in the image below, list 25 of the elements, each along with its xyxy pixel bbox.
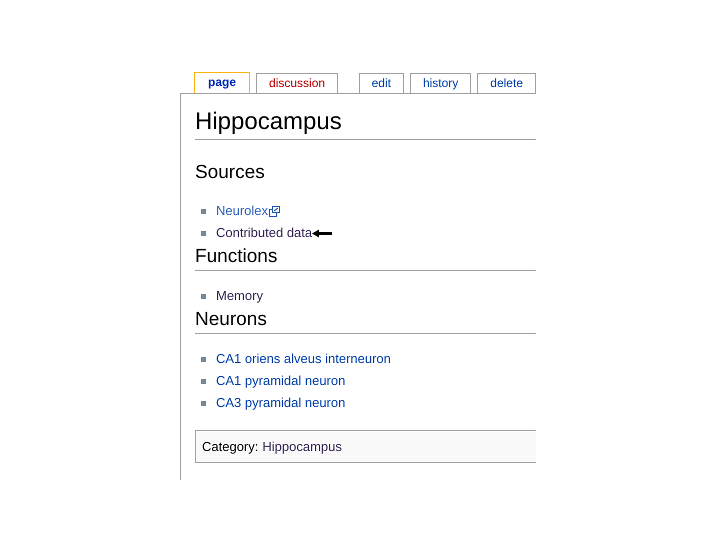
- bullet-icon: [201, 356, 206, 362]
- arrow-icon: [312, 228, 332, 238]
- external-link-icon: [269, 206, 280, 216]
- bullet-icon: [201, 294, 206, 298]
- section-heading: Functions: [195, 246, 536, 271]
- tab[interactable]: history: [410, 73, 472, 93]
- tab[interactable]: delete: [477, 73, 536, 93]
- link[interactable]: Memory: [216, 285, 263, 307]
- section-heading: Neurons: [195, 309, 536, 334]
- category-label: Category:: [202, 439, 258, 454]
- tab[interactable]: page: [194, 72, 250, 93]
- link[interactable]: CA3 pyramidal neuron: [216, 392, 346, 414]
- section-heading: Sources: [195, 162, 266, 185]
- tab[interactable]: edit: [358, 73, 404, 93]
- link[interactable]: Contributed data: [216, 222, 312, 244]
- bullet-icon: [201, 378, 206, 384]
- link[interactable]: CA1 oriens alveus interneuron: [216, 348, 391, 370]
- bullet-icon: [201, 230, 206, 236]
- bullet-icon: [201, 400, 206, 406]
- link[interactable]: CA1 pyramidal neuron: [216, 370, 346, 392]
- bullet-icon: [201, 208, 206, 214]
- category-link[interactable]: Hippocampus: [262, 439, 342, 454]
- tab[interactable]: discussion: [256, 73, 338, 93]
- link[interactable]: Neurolex: [216, 200, 268, 222]
- page-title: Hippocampus: [195, 108, 536, 140]
